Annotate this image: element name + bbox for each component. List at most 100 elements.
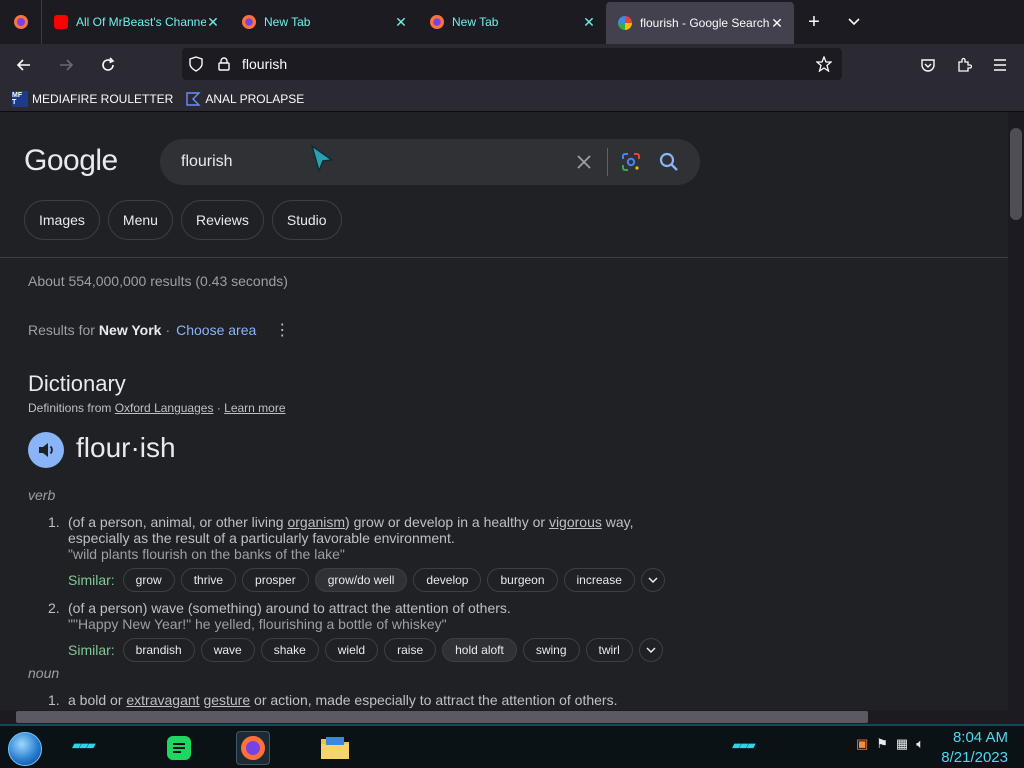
clock-time: 8:04 AM bbox=[952, 729, 1008, 746]
taskbar-decoration: ▰▰▰ bbox=[732, 738, 756, 752]
word-link-extravagant[interactable]: extravagant bbox=[126, 692, 199, 708]
synonym-chip[interactable]: wield bbox=[324, 638, 379, 662]
app-menu-icon[interactable] bbox=[982, 47, 1018, 83]
extensions-icon[interactable] bbox=[946, 47, 982, 83]
definition-example: "wild plants flourish on the banks of th… bbox=[68, 546, 345, 562]
synonym-chip[interactable]: thrive bbox=[180, 568, 237, 592]
google-results-page: Google flourish Images Menu Reviews Stud… bbox=[0, 112, 1008, 710]
synonym-chip[interactable]: shake bbox=[260, 638, 319, 662]
notes-app-icon[interactable] bbox=[162, 731, 196, 765]
bookmark-second[interactable]: ANAL PROLAPSE bbox=[185, 91, 304, 107]
synonym-chip[interactable]: wave bbox=[200, 638, 255, 662]
tab-mrbeast[interactable]: All Of MrBeast's Channels ✕ bbox=[42, 0, 230, 44]
synonym-chip[interactable]: brandish bbox=[122, 638, 195, 662]
similar-words-2: Similar: brandish wave shake wield raise… bbox=[68, 638, 663, 662]
list-tabs-chevron-icon[interactable] bbox=[834, 0, 874, 44]
location-separator: · bbox=[165, 322, 171, 338]
mouse-cursor-icon bbox=[310, 144, 336, 179]
back-button[interactable] bbox=[6, 47, 42, 83]
chip-images[interactable]: Images bbox=[24, 200, 100, 240]
system-tray: ▣ ⚑ ▦ 🔈︎ bbox=[848, 736, 924, 752]
search-input[interactable]: flourish bbox=[181, 153, 565, 171]
learn-more-link[interactable]: Learn more bbox=[224, 401, 285, 415]
url-text[interactable]: flourish bbox=[242, 56, 810, 72]
pocket-icon[interactable] bbox=[910, 47, 946, 83]
more-options-icon[interactable]: ⋮ bbox=[274, 320, 290, 340]
chip-reviews[interactable]: Reviews bbox=[180, 200, 264, 240]
definition-number: 2. bbox=[48, 600, 60, 616]
location-name: New York bbox=[98, 322, 162, 338]
word-link-vigorous[interactable]: vigorous bbox=[549, 514, 602, 530]
definition-1: 1. (of a person, animal, or other living… bbox=[48, 514, 668, 562]
search-icon[interactable] bbox=[650, 152, 688, 172]
network-icon[interactable]: ▦ bbox=[896, 736, 908, 752]
synonym-chip[interactable]: hold aloft bbox=[442, 638, 517, 662]
horizontal-scroll-thumb[interactable] bbox=[16, 711, 868, 723]
firefox-icon bbox=[430, 15, 444, 29]
synonym-chip[interactable]: grow/do well bbox=[314, 568, 408, 592]
firefox-taskbar-icon[interactable] bbox=[236, 731, 270, 765]
url-bar[interactable]: flourish bbox=[182, 48, 842, 80]
vertical-scrollbar[interactable] bbox=[1008, 112, 1024, 710]
source-separator: · bbox=[216, 401, 221, 415]
clock-date: 8/21/2023 bbox=[941, 749, 1008, 766]
close-tab-icon[interactable]: ✕ bbox=[394, 14, 408, 31]
expand-chevron-icon[interactable] bbox=[638, 638, 663, 662]
tab-google-search[interactable]: flourish - Google Search ✕ bbox=[606, 2, 794, 44]
synonym-chip[interactable]: twirl bbox=[585, 638, 633, 662]
chip-menu[interactable]: Menu bbox=[107, 200, 173, 240]
lock-icon[interactable] bbox=[210, 57, 238, 71]
firefox-menu-icon[interactable] bbox=[0, 0, 42, 44]
action-center-flag-icon[interactable]: ⚑ bbox=[876, 736, 888, 752]
google-lens-icon[interactable] bbox=[612, 152, 650, 172]
pronunciation-speaker-icon[interactable] bbox=[28, 432, 64, 468]
tab-label: New Tab bbox=[264, 15, 311, 29]
synonym-chip[interactable]: develop bbox=[413, 568, 482, 592]
synonym-chip[interactable]: prosper bbox=[242, 568, 309, 592]
forward-button[interactable] bbox=[48, 47, 84, 83]
system-clock[interactable]: 8:04 AM 8/21/2023 bbox=[941, 728, 1008, 768]
chip-studio[interactable]: Studio bbox=[271, 200, 342, 240]
tab-new-1[interactable]: New Tab ✕ bbox=[230, 0, 418, 44]
word-link-gesture[interactable]: gesture bbox=[203, 692, 250, 708]
tray-app-icon[interactable]: ▣ bbox=[856, 736, 868, 752]
bookmark-star-icon[interactable] bbox=[810, 56, 838, 72]
dictionary-source: Definitions from Oxford Languages · Lear… bbox=[28, 401, 286, 415]
synonym-chip[interactable]: burgeon bbox=[487, 568, 558, 592]
choose-area-link[interactable]: Choose area bbox=[176, 322, 256, 338]
reload-button[interactable] bbox=[90, 47, 126, 83]
word-link-organism[interactable]: organism bbox=[287, 514, 345, 530]
clear-icon[interactable] bbox=[565, 154, 603, 170]
definition-text: a bold or bbox=[68, 692, 127, 708]
source-prefix: Definitions from bbox=[28, 401, 112, 415]
similar-label: Similar: bbox=[68, 572, 115, 588]
synonym-chip[interactable]: grow bbox=[122, 568, 175, 592]
close-tab-icon[interactable]: ✕ bbox=[206, 14, 220, 31]
tracking-shield-icon[interactable] bbox=[182, 56, 210, 72]
bookmark-chevron-icon bbox=[185, 91, 202, 107]
oxford-languages-link[interactable]: Oxford Languages bbox=[115, 401, 214, 415]
vertical-scroll-thumb[interactable] bbox=[1010, 128, 1022, 220]
bookmarks-toolbar: MF T MEDIAFIRE ROULETTER ANAL PROLAPSE bbox=[0, 86, 1024, 112]
new-tab-button[interactable]: + bbox=[794, 0, 834, 44]
close-tab-icon[interactable]: ✕ bbox=[582, 14, 596, 31]
synonym-chip[interactable]: swing bbox=[522, 638, 580, 662]
google-logo[interactable]: Google bbox=[24, 144, 118, 178]
volume-icon[interactable]: 🔈︎ bbox=[916, 736, 924, 752]
search-filter-chips: Images Menu Reviews Studio bbox=[24, 200, 350, 240]
start-button[interactable] bbox=[8, 732, 42, 766]
horizontal-scrollbar[interactable] bbox=[0, 710, 1024, 724]
search-box[interactable]: flourish bbox=[160, 139, 700, 185]
definition-text: (of a person) wave (something) around to… bbox=[68, 600, 511, 616]
similar-words-1: Similar: grow thrive prosper grow/do wel… bbox=[68, 568, 665, 592]
file-explorer-icon[interactable] bbox=[318, 731, 352, 765]
bookmark-label: ANAL PROLAPSE bbox=[205, 91, 305, 106]
definition-text: (of a person, animal, or other living bbox=[68, 514, 288, 530]
synonym-chip[interactable]: raise bbox=[384, 638, 437, 662]
close-tab-icon[interactable]: ✕ bbox=[770, 15, 784, 32]
bookmark-mediafire[interactable]: MF T MEDIAFIRE ROULETTER bbox=[12, 90, 173, 107]
tab-new-2[interactable]: New Tab ✕ bbox=[418, 0, 606, 44]
synonym-chip[interactable]: increase bbox=[563, 568, 635, 592]
expand-chevron-icon[interactable] bbox=[640, 568, 665, 592]
definition-number: 1. bbox=[48, 514, 60, 530]
